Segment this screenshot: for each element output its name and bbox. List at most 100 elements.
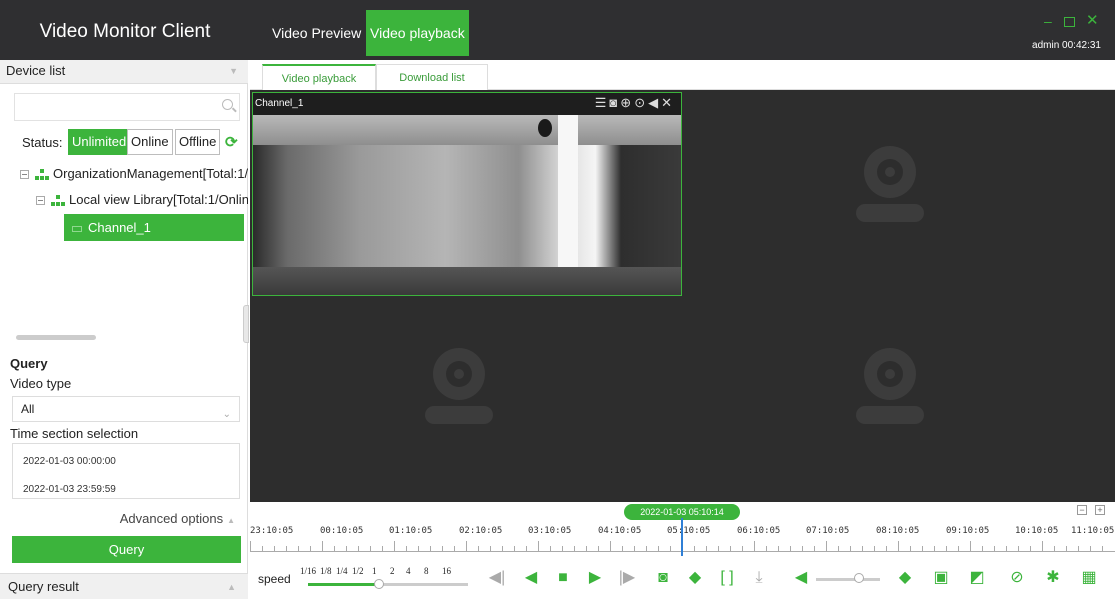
volume-slider[interactable] [816,578,880,581]
zoom-in-icon[interactable]: + [1095,505,1105,515]
chevron-up-icon[interactable]: ▲ [227,574,236,599]
timeline-tick-mark [994,546,995,551]
timeline-tick-mark [562,546,563,551]
timeline-tick-mark [706,546,707,551]
speed-option[interactable]: 8 [424,566,429,576]
device-list-header[interactable]: Device list ▼ [0,60,248,84]
collapse-icon[interactable] [20,170,29,180]
timeline[interactable]: 2022-01-03 05:10:14 − + 23:10:05 00:10:05… [250,502,1115,559]
org-tree-icon [35,168,49,181]
timeline-cursor[interactable] [681,518,683,556]
refresh-icon[interactable]: ⟳ [225,133,238,151]
filter-unlimited-button[interactable]: Unlimited [68,129,131,155]
tab-video-preview[interactable]: Video Preview [268,10,365,56]
start-time-field[interactable]: 2022-01-03 00:00:00 [23,456,116,467]
tree-node-channel-1[interactable]: Channel_1 [64,214,244,241]
timeline-tick-mark [778,546,779,551]
timeline-tick-mark [718,546,719,551]
feed-ceiling [253,115,681,145]
volume-slider-handle[interactable] [854,573,864,583]
timeline-tick-mark [430,546,431,551]
mute-icon[interactable]: ◀ [792,569,810,587]
video-feed [253,115,681,295]
end-time-field[interactable]: 2022-01-03 23:59:59 [23,484,116,495]
timeline-tick-mark [298,546,299,551]
tab-download-list[interactable]: Download list [376,64,488,90]
timeline-tick-label: 00:10:05 [320,526,364,536]
chevron-down-icon[interactable]: ▼ [229,60,238,82]
video-grid: Channel_1 ☰◙⊕⊙◀✕ [250,90,1115,502]
minimize-icon[interactable]: – [1044,14,1052,28]
timeline-tick-mark [982,546,983,551]
fullscreen-icon[interactable]: ▣ [932,569,950,587]
rewind-icon[interactable]: ◀ [522,569,540,587]
tab-video-playback-sub[interactable]: Video playback [262,64,376,90]
timeline-tick-mark [826,541,827,551]
panel-collapse-handle[interactable] [243,305,249,343]
speed-option[interactable]: 4 [406,566,411,576]
play-circle-icon[interactable]: ⊙ [634,95,648,110]
play-icon[interactable]: ▶ [586,569,604,587]
zoom-icon[interactable]: ⊕ [620,95,634,110]
query-button[interactable]: Query [12,536,241,563]
snapshot-icon[interactable]: ◙ [654,569,672,587]
download-icon[interactable]: ⤓ [750,569,768,587]
tree-node-local-library[interactable]: Local view Library[Total:1/Online [36,188,248,212]
settings-icon[interactable]: ✱ [1044,569,1062,587]
timeline-tick-mark [946,546,947,551]
speed-slider[interactable] [308,583,468,586]
tree-node-organization[interactable]: OrganizationManagement[Total:1/ [20,162,248,186]
restore-icon[interactable]: ◩ [968,569,986,587]
layout-icon[interactable]: ▦ [1080,569,1098,587]
add-tag-icon[interactable]: ◆ [686,569,704,587]
clip-icon[interactable]: [ ] [718,569,736,587]
timeline-tick-label: 07:10:05 [806,526,850,536]
search-tag-icon[interactable]: ◆ [896,569,914,587]
timeline-tick-mark [538,541,539,551]
speed-option[interactable]: 1/4 [336,566,348,576]
timeline-tick-label: 10:10:05 [1015,526,1059,536]
playlist-icon[interactable]: ☰ [595,95,610,110]
step-forward-icon[interactable]: |▶ [618,569,636,587]
horizontal-scrollbar[interactable] [16,335,96,340]
search-icon[interactable] [222,99,233,110]
speed-option[interactable]: 2 [390,566,395,576]
timeline-tick-mark [970,541,971,551]
chevron-up-icon: ▲ [227,516,235,525]
link-icon[interactable]: ⊘ [1008,569,1026,587]
collapse-icon[interactable] [36,196,45,206]
volume-icon[interactable]: ◀ [648,95,661,110]
zoom-out-icon[interactable]: − [1077,505,1087,515]
query-result-header[interactable]: Query result ▲ [0,573,248,599]
speed-option[interactable]: 1 [372,566,377,576]
timeline-tick-mark [274,546,275,551]
stop-icon[interactable]: ■ [554,569,572,587]
advanced-options-toggle[interactable]: Advanced options ▲ [120,511,235,526]
speed-option[interactable]: 1/8 [320,566,332,576]
timeline-tick-mark [418,546,419,551]
timeline-tick-mark [502,546,503,551]
speed-option[interactable]: 1/2 [352,566,364,576]
speed-option[interactable]: 1/16 [300,566,316,576]
timeline-tick-label: 08:10:05 [876,526,920,536]
timeline-tick-mark [730,546,731,551]
timeline-tick-mark [802,546,803,551]
maximize-icon[interactable] [1064,17,1075,27]
app-title: Video Monitor Client [39,21,211,42]
filter-offline-button[interactable]: Offline [175,129,221,155]
tab-video-playback[interactable]: Video playback [366,10,469,56]
speed-option[interactable]: 16 [442,566,451,576]
device-search-input[interactable] [14,93,240,121]
filter-online-button[interactable]: Online [127,129,173,155]
snapshot-icon[interactable]: ◙ [609,95,620,110]
timeline-tick-mark [310,546,311,551]
close-icon[interactable]: ✕ [661,95,675,110]
video-pane-channel-1[interactable]: Channel_1 ☰◙⊕⊙◀✕ [252,92,682,296]
timeline-tick-mark [406,546,407,551]
sub-tab-bar: Video playback Download list [250,60,1115,90]
video-type-select[interactable]: All ⌄ [12,396,240,422]
step-back-icon[interactable]: ◀| [488,569,506,587]
query-result-label: Query result [8,579,79,594]
close-icon[interactable]: ✕ [1086,13,1099,28]
speed-slider-handle[interactable] [374,579,384,589]
